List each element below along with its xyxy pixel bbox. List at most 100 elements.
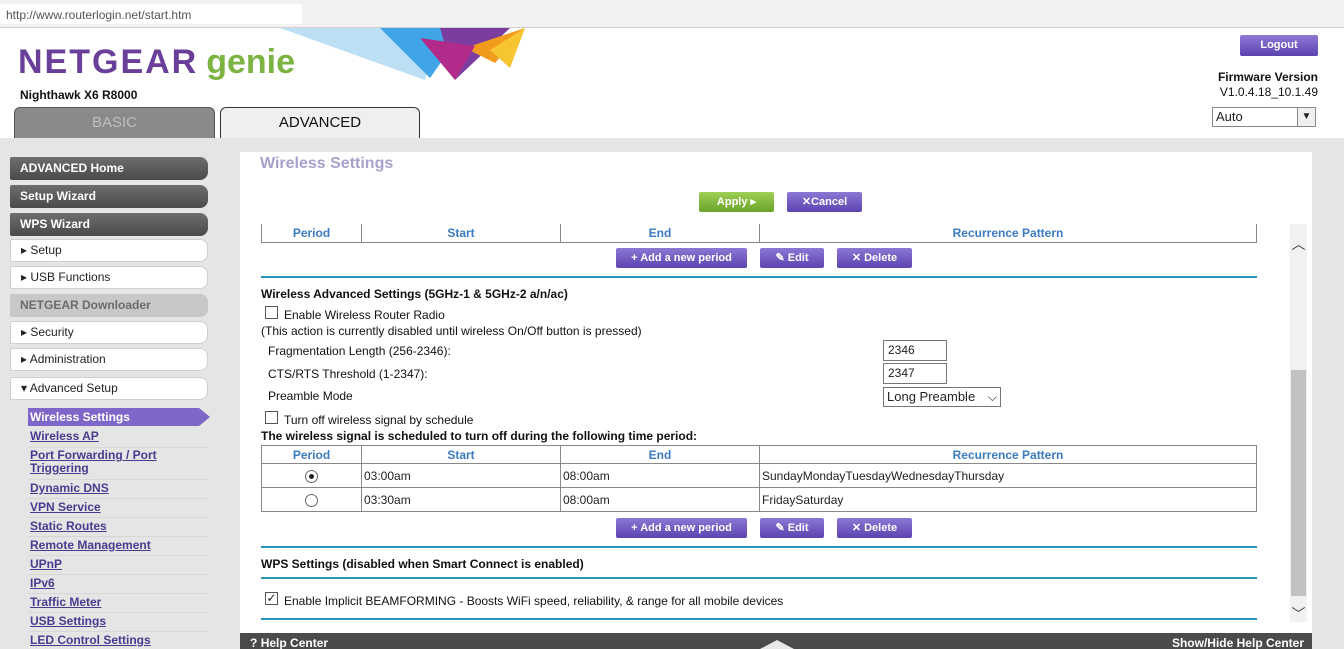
period-radio-cell[interactable] bbox=[261, 463, 362, 488]
sidebar-divider bbox=[28, 536, 208, 537]
sidebar-item-usb-functions[interactable]: ▸ USB Functions bbox=[10, 266, 208, 289]
tab-advanced[interactable]: ADVANCED bbox=[220, 107, 420, 138]
add-period-button[interactable]: + Add a new period bbox=[616, 518, 747, 538]
sidebar-sub-usb-settings[interactable]: USB Settings bbox=[30, 615, 208, 628]
cts-input[interactable]: 2347 bbox=[883, 363, 947, 384]
preamble-label: Preamble Mode bbox=[268, 389, 353, 403]
sidebar-sub-wireless-settings[interactable]: Wireless Settings bbox=[28, 408, 210, 426]
sidebar-item-setup-wizard[interactable]: Setup Wizard bbox=[10, 185, 208, 208]
apply-button[interactable]: Apply ▸ bbox=[699, 192, 774, 212]
section-divider bbox=[261, 546, 1257, 548]
page-title: Wireless Settings bbox=[260, 155, 394, 172]
table-row[interactable]: 03:00am 08:00am SundayMondayTuesdayWedne… bbox=[261, 463, 1257, 488]
fragmentation-input[interactable]: 2346 bbox=[883, 340, 947, 361]
add-period-button[interactable]: + Add a new period bbox=[616, 248, 747, 268]
table-header-row: Period Start End Recurrence Pattern bbox=[261, 224, 1257, 243]
help-icon: ? bbox=[250, 636, 258, 649]
port-forwarding-line-2: Triggering bbox=[30, 461, 89, 475]
period-radio-cell[interactable] bbox=[261, 487, 362, 512]
preamble-value: Long Preamble bbox=[887, 389, 976, 404]
sidebar-item-advanced-setup[interactable]: ▾ Advanced Setup bbox=[10, 377, 208, 400]
router-model: Nighthawk X6 R8000 bbox=[20, 88, 138, 102]
sidebar-sub-ipv6[interactable]: IPv6 bbox=[30, 577, 208, 590]
col-start: Start bbox=[361, 224, 561, 243]
sidebar-divider bbox=[28, 593, 208, 594]
edit-button[interactable]: ✎ Edit bbox=[760, 248, 824, 268]
toggle-help-link[interactable]: Show/Hide Help Center bbox=[1172, 636, 1304, 649]
logout-button[interactable]: Logout bbox=[1240, 35, 1318, 56]
sidebar-sub-dynamic-dns[interactable]: Dynamic DNS bbox=[30, 482, 208, 495]
col-start: Start bbox=[361, 445, 561, 464]
sidebar-item-advanced-home[interactable]: ADVANCED Home bbox=[10, 157, 208, 180]
row-end: 08:00am bbox=[560, 463, 760, 488]
sidebar-item-administration[interactable]: ▸ Administration bbox=[10, 348, 208, 371]
help-footer: ? Help Center Show/Hide Help Center bbox=[240, 633, 1312, 649]
schedule-note: The wireless signal is scheduled to turn… bbox=[261, 429, 698, 443]
tab-basic[interactable]: BASIC bbox=[14, 107, 215, 138]
cancel-button[interactable]: ✕Cancel bbox=[787, 192, 862, 212]
col-period: Period bbox=[261, 445, 362, 464]
cts-label: CTS/RTS Threshold (1-2347): bbox=[268, 367, 428, 381]
sidebar-item-security[interactable]: ▸ Security bbox=[10, 321, 208, 344]
netgear-logo: NETGEAR genie bbox=[18, 42, 295, 82]
sidebar-sub-wireless-ap[interactable]: Wireless AP bbox=[30, 430, 208, 443]
language-value: Auto bbox=[1216, 109, 1243, 124]
sidebar-item-wps-wizard[interactable]: WPS Wizard bbox=[10, 213, 208, 236]
section-divider bbox=[261, 618, 1257, 620]
firmware-version: V1.0.4.18_10.1.49 bbox=[1219, 85, 1318, 99]
content-scrollbar[interactable]: ︿ ﹀ bbox=[1290, 224, 1307, 622]
sidebar-sub-upnp[interactable]: UPnP bbox=[30, 558, 208, 571]
sidebar-sub-traffic-meter[interactable]: Traffic Meter bbox=[30, 596, 208, 609]
schedule-checkbox[interactable] bbox=[265, 411, 278, 424]
sidebar-sub-remote-management[interactable]: Remote Management bbox=[30, 539, 208, 552]
sidebar-sub-vpn-service[interactable]: VPN Service bbox=[30, 501, 208, 514]
enable-radio-checkbox[interactable] bbox=[265, 306, 278, 319]
sidebar-divider bbox=[28, 612, 208, 613]
edit-button[interactable]: ✎ Edit bbox=[760, 518, 824, 538]
language-select[interactable]: Auto ▼ bbox=[1212, 107, 1316, 127]
banner-graphic bbox=[280, 28, 525, 80]
col-recurrence: Recurrence Pattern bbox=[759, 224, 1257, 243]
period-radio-selected[interactable] bbox=[305, 469, 318, 483]
period-radio[interactable] bbox=[305, 493, 318, 507]
sidebar-divider bbox=[28, 574, 208, 575]
sidebar-item-netgear-downloader[interactable]: NETGEAR Downloader bbox=[10, 294, 208, 317]
sidebar-divider bbox=[28, 479, 208, 480]
url-field[interactable]: http://www.routerlogin.net/start.htm bbox=[0, 4, 302, 24]
enable-radio-label: Enable Wireless Router Radio bbox=[284, 308, 445, 322]
col-end: End bbox=[560, 224, 760, 243]
sidebar: ADVANCED Home Setup Wizard WPS Wizard ▸ … bbox=[0, 138, 232, 649]
delete-button[interactable]: ✕ Delete bbox=[837, 248, 912, 268]
schedule-table-top: Period Start End Recurrence Pattern bbox=[261, 224, 1257, 243]
delete-button[interactable]: ✕ Delete bbox=[837, 518, 912, 538]
sidebar-divider bbox=[28, 631, 208, 632]
browser-address-bar: http://www.routerlogin.net/start.htm bbox=[0, 0, 1344, 28]
scroll-up-icon[interactable]: ︿ bbox=[1290, 234, 1307, 252]
row-pattern: SundayMondayTuesdayWednesdayThursday bbox=[759, 463, 1257, 488]
table-row[interactable]: 03:30am 08:00am FridaySaturday bbox=[261, 487, 1257, 512]
schedule-table: Period Start End Recurrence Pattern 03:0… bbox=[261, 445, 1257, 512]
sidebar-divider bbox=[28, 517, 208, 518]
scroll-down-icon[interactable]: ﹀ bbox=[1290, 604, 1307, 622]
wps-section-title: WPS Settings (disabled when Smart Connec… bbox=[261, 557, 584, 571]
schedule-label: Turn off wireless signal by schedule bbox=[284, 413, 474, 427]
col-recurrence: Recurrence Pattern bbox=[759, 445, 1257, 464]
sidebar-sub-led-control[interactable]: LED Control Settings bbox=[30, 634, 208, 647]
sidebar-sub-static-routes[interactable]: Static Routes bbox=[30, 520, 208, 533]
preamble-select[interactable]: Long Preamble ⌵ bbox=[883, 387, 1001, 407]
row-start: 03:30am bbox=[361, 487, 561, 512]
scroll-thumb[interactable] bbox=[1291, 370, 1306, 596]
sidebar-sub-port-forwarding[interactable]: Port Forwarding / Port Triggering bbox=[30, 449, 208, 475]
chevron-down-icon: ▼ bbox=[1297, 108, 1315, 126]
expand-arrow-icon[interactable] bbox=[760, 640, 794, 649]
advanced-section-title: Wireless Advanced Settings (5GHz-1 & 5GH… bbox=[261, 287, 568, 301]
beamforming-checkbox[interactable]: ✓ bbox=[265, 592, 278, 605]
section-divider bbox=[261, 577, 1257, 579]
brand-name: NETGEAR bbox=[18, 43, 199, 81]
help-center-link[interactable]: ? Help Center bbox=[250, 636, 328, 649]
sidebar-item-setup[interactable]: ▸ Setup bbox=[10, 239, 208, 262]
section-divider bbox=[261, 276, 1257, 278]
help-center-label: Help Center bbox=[260, 636, 329, 649]
firmware-label: Firmware Version bbox=[1217, 70, 1318, 84]
col-period: Period bbox=[261, 224, 362, 243]
